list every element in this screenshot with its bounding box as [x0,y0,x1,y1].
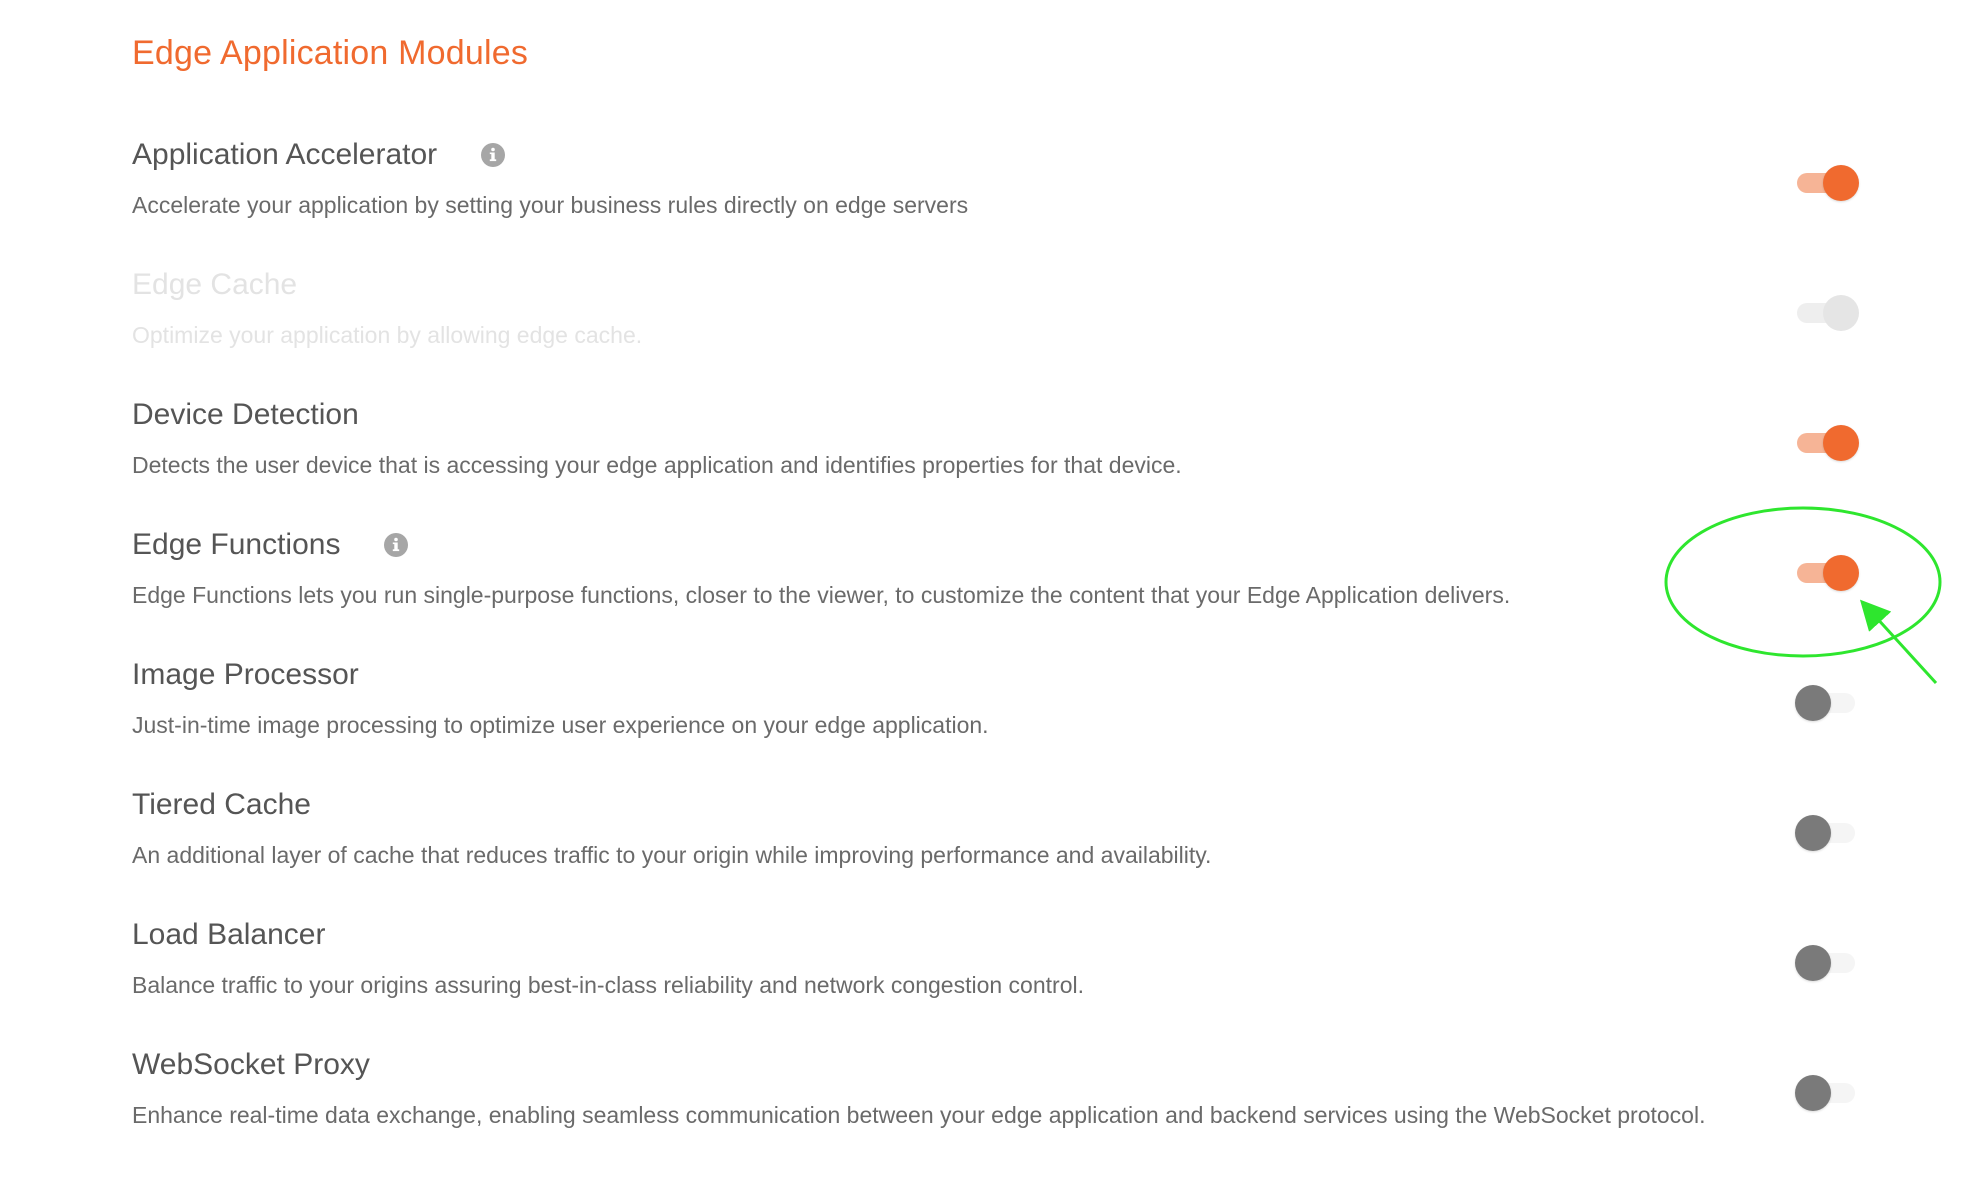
module-title-text: Edge Functions [132,528,341,561]
image-processor-toggle[interactable] [1795,685,1859,721]
module-title: Edge Cache [132,268,297,302]
module-edge-cache: Edge Cache Optimize your application by … [132,260,1872,390]
page-title: Edge Application Modules [132,34,529,72]
module-title-text: Device Detection [132,398,359,431]
module-description: An additional layer of cache that reduce… [132,842,1212,868]
module-description: Just-in-time image processing to optimiz… [132,712,989,738]
module-title-text: Image Processor [132,658,359,691]
info-icon[interactable] [384,533,409,557]
module-title: Application Accelerator [132,138,506,172]
edge-functions-toggle[interactable] [1795,555,1859,591]
tiered-cache-toggle[interactable] [1795,815,1859,851]
module-title: Image Processor [132,658,359,692]
info-icon[interactable] [481,143,506,167]
module-description: Optimize your application by allowing ed… [132,322,643,348]
module-description: Edge Functions lets you run single-purpo… [132,582,1511,608]
module-title: Tiered Cache [132,788,311,822]
module-title-text: WebSocket Proxy [132,1048,370,1081]
module-title: Edge Functions [132,528,409,562]
module-title: Device Detection [132,398,359,432]
module-device-detection: Device Detection Detects the user device… [132,390,1872,520]
module-edge-functions: Edge Functions Edge Functions lets you r… [132,520,1872,650]
module-tiered-cache: Tiered Cache An additional layer of cach… [132,780,1872,910]
module-title-text: Load Balancer [132,918,326,951]
module-description: Detects the user device that is accessin… [132,452,1182,478]
toggle-knob [1823,555,1859,591]
toggle-knob [1795,1075,1831,1111]
toggle-knob [1795,685,1831,721]
toggle-knob [1795,945,1831,981]
websocket-proxy-toggle[interactable] [1795,1075,1859,1111]
application-accelerator-toggle[interactable] [1795,165,1859,201]
module-description: Accelerate your application by setting y… [132,192,969,218]
module-title-text: Application Accelerator [132,138,438,171]
module-title-text: Edge Cache [132,268,298,301]
module-title-text: Tiered Cache [132,788,311,821]
module-application-accelerator: Application Accelerator Accelerate your … [132,130,1872,260]
edge-cache-toggle [1795,295,1859,331]
module-image-processor: Image Processor Just-in-time image proce… [132,650,1872,780]
module-websocket-proxy: WebSocket Proxy Enhance real-time data e… [132,1040,1872,1170]
module-title: WebSocket Proxy [132,1048,370,1082]
annotation-arrow [1859,599,1938,685]
toggle-knob [1823,295,1859,331]
load-balancer-toggle[interactable] [1795,945,1859,981]
module-description: Balance traffic to your origins assuring… [132,972,1084,998]
module-load-balancer: Load Balancer Balance traffic to your or… [132,910,1872,1040]
module-description: Enhance real-time data exchange, enablin… [132,1102,1706,1128]
modules-list: Application Accelerator Accelerate your … [132,130,1872,1170]
module-title: Load Balancer [132,918,325,952]
toggle-knob [1823,165,1859,201]
toggle-knob [1823,425,1859,461]
device-detection-toggle[interactable] [1795,425,1859,461]
toggle-knob [1795,815,1831,851]
